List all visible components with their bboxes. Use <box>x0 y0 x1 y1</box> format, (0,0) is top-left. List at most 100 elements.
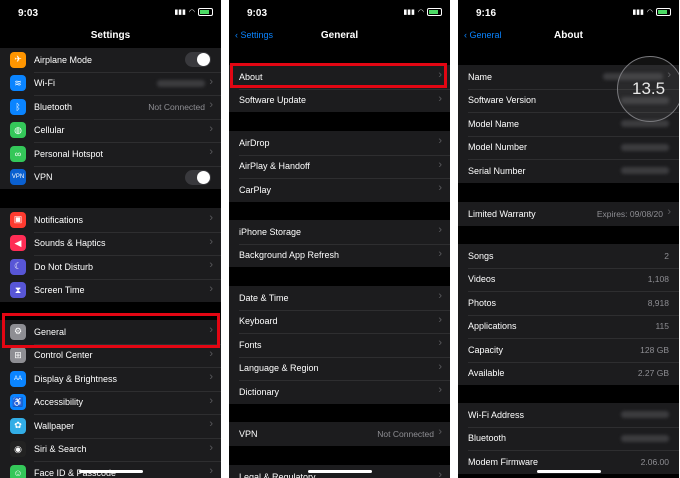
chevron-right-icon: › <box>209 347 213 360</box>
wifi-icon: ≋ <box>10 75 26 92</box>
chevron-right-icon: › <box>438 337 442 349</box>
chevron-right-icon: › <box>438 313 442 326</box>
row-value: 8,918 <box>647 297 669 308</box>
row-value: Expires: 09/08/20 <box>596 208 663 219</box>
row-fonts[interactable]: Fonts › <box>229 333 450 357</box>
chevron-right-icon: › <box>209 146 213 158</box>
row-available[interactable]: Available 2.27 GB <box>458 361 679 386</box>
redacted-value <box>621 167 669 175</box>
row-label: Software Version <box>468 95 537 106</box>
row-iphone-storage[interactable]: iPhone Storage › <box>229 220 450 244</box>
general-group-storage: iPhone Storage › Background App Refresh › <box>229 220 450 267</box>
row-limited-warranty[interactable]: Limited Warranty Expires: 09/08/20 › <box>458 202 679 226</box>
control-center-icon: ⊞ <box>10 347 26 364</box>
row-accessibility[interactable]: ♿ Accessibility › <box>0 390 221 415</box>
row-applications[interactable]: Applications 115 <box>458 314 679 339</box>
row-value: 1,108 <box>647 274 669 285</box>
settings-group-connectivity: ✈ Airplane Mode ≋ Wi-Fi › ᛒ Bluetooth Not Conne… <box>0 48 221 189</box>
display-icon: AA <box>10 370 26 387</box>
row-label: AirPlay & Handoff <box>239 161 310 172</box>
row-background-app-refresh[interactable]: Background App Refresh › <box>229 243 450 268</box>
row-carplay[interactable]: CarPlay › <box>229 178 450 202</box>
row-sounds-and-haptics[interactable]: ◀ Sounds & Haptics › <box>0 231 221 256</box>
home-indicator[interactable] <box>536 470 601 473</box>
row-do-not-disturb[interactable]: ☾ Do Not Disturb › <box>0 255 221 279</box>
vpn-icon: VPN <box>10 169 26 186</box>
row-songs[interactable]: Songs 2 <box>458 244 679 268</box>
chevron-right-icon: › <box>438 182 442 194</box>
row-capacity[interactable]: Capacity 128 GB <box>458 338 679 362</box>
row-videos[interactable]: Videos 1,108 <box>458 267 679 292</box>
row-label: Legal & Regulatory <box>239 471 316 478</box>
siri-icon: ◉ <box>10 441 26 458</box>
signal-icon: ▮▮▮ <box>174 9 186 16</box>
version-magnifier: 13.5 <box>617 56 679 122</box>
row-language-and-region[interactable]: Language & Region › <box>229 356 450 381</box>
row-bluetooth[interactable]: ᛒ Bluetooth Not Connected › <box>0 95 221 119</box>
row-label: Wi-Fi Address <box>468 409 525 420</box>
row-model-number[interactable]: Model Number <box>458 135 679 160</box>
hourglass-icon: ⧗ <box>10 282 26 299</box>
row-label: Keyboard <box>239 316 278 327</box>
row-vpn[interactable]: VPN Not Connected › <box>229 422 450 446</box>
row-airplay-and-handoff[interactable]: AirPlay & Handoff › <box>229 154 450 179</box>
row-label: iPhone Storage <box>239 226 302 237</box>
row-display-and-brightness[interactable]: AA Display & Brightness › <box>0 367 221 391</box>
row-wi-fi[interactable]: ≋ Wi-Fi › <box>0 71 221 96</box>
general-screen: 9:03 ▮▮▮ ◠ ‹ Settings General About › Softw… <box>229 0 450 478</box>
row-airdrop[interactable]: AirDrop › <box>229 131 450 155</box>
row-photos[interactable]: Photos 8,918 <box>458 291 679 315</box>
row-label: Control Center <box>34 350 93 361</box>
nav-bar: ‹ General About <box>458 24 679 46</box>
row-airplane-mode[interactable]: ✈ Airplane Mode <box>0 48 221 72</box>
toggle-switch[interactable] <box>185 52 211 68</box>
row-label: Airplane Mode <box>34 54 93 65</box>
home-indicator[interactable] <box>78 470 143 473</box>
row-notifications[interactable]: ▣ Notifications › <box>0 208 221 232</box>
row-value: 2 <box>664 250 669 261</box>
row-bluetooth[interactable]: Bluetooth <box>458 426 679 451</box>
wifi-status-icon: ◠ <box>188 9 195 16</box>
signal-icon: ▮▮▮ <box>632 9 644 16</box>
chevron-right-icon: › <box>209 282 213 295</box>
status-bar: 9:03 ▮▮▮ ◠ <box>229 0 450 24</box>
toggle-switch[interactable] <box>185 169 211 185</box>
row-label: Display & Brightness <box>34 373 118 384</box>
row-label: Name <box>468 71 493 82</box>
page-title: General <box>320 30 359 41</box>
row-cellular[interactable]: ◍ Cellular › <box>0 118 221 143</box>
row-value: Not Connected <box>377 428 434 439</box>
version-badge-text: 13.5 <box>632 79 666 98</box>
row-dictionary[interactable]: Dictionary › <box>229 380 450 404</box>
row-label: Notifications <box>34 214 84 225</box>
row-label: Model Name <box>468 118 520 129</box>
row-screen-time[interactable]: ⧗ Screen Time › <box>0 278 221 303</box>
row-wallpaper[interactable]: ✿ Wallpaper › <box>0 414 221 438</box>
row-date-and-time[interactable]: Date & Time › <box>229 286 450 310</box>
row-label: Dictionary <box>239 386 280 397</box>
nav-bar: Settings <box>0 24 221 46</box>
chevron-right-icon: › <box>438 426 442 438</box>
row-software-update[interactable]: Software Update › <box>229 88 450 113</box>
chevron-right-icon: › <box>209 99 213 111</box>
row-value: 128 GB <box>640 344 669 355</box>
status-time: 9:03 <box>18 8 39 19</box>
row-serial-number[interactable]: Serial Number <box>458 159 679 183</box>
chevron-right-icon: › <box>209 259 213 271</box>
row-label: Screen Time <box>34 285 85 296</box>
highlight-box-about <box>230 63 447 88</box>
chevron-right-icon: › <box>667 206 671 218</box>
home-indicator[interactable] <box>307 470 372 473</box>
row-personal-hotspot[interactable]: ∞ Personal Hotspot › <box>0 142 221 166</box>
chevron-right-icon: › <box>209 394 213 407</box>
row-keyboard[interactable]: Keyboard › <box>229 309 450 334</box>
row-siri-and-search[interactable]: ◉ Siri & Search › <box>0 437 221 462</box>
chevron-right-icon: › <box>209 235 213 248</box>
row-wi-fi-address[interactable]: Wi-Fi Address <box>458 403 679 427</box>
chevron-right-icon: › <box>438 158 442 171</box>
row-label: Accessibility <box>34 397 84 408</box>
row-vpn[interactable]: VPN VPN <box>0 165 221 190</box>
row-label: Serial Number <box>468 165 526 176</box>
row-label: Fonts <box>239 339 262 350</box>
highlight-box-general <box>2 313 220 348</box>
